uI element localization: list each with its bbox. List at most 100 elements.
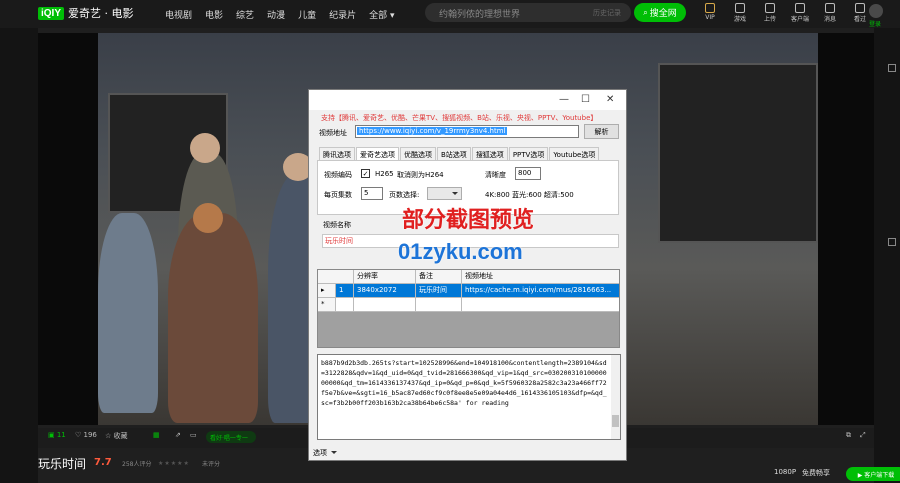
search-history-hint[interactable]: 历史记录 (593, 8, 621, 18)
games-button[interactable]: 游戏 (730, 3, 750, 23)
cell-resolution (354, 298, 416, 312)
iqiyi-logo-badge: iQIY (38, 6, 65, 20)
favorite-button[interactable]: ☆ 收藏 (105, 431, 128, 441)
nav-item-variety[interactable]: 综艺 (236, 8, 254, 21)
parse-button[interactable]: 解析 (584, 124, 619, 139)
h265-hint: 取消则为H264 (397, 171, 444, 179)
search-button[interactable]: ⌕ 搜全网 (634, 3, 686, 22)
minimize-icon[interactable]: — (559, 94, 569, 105)
rating-label: 未评分 (202, 461, 221, 468)
search-input[interactable]: 约翰列侬的理想世界 历史记录 (425, 3, 631, 22)
maximize-icon[interactable]: ☐ (581, 94, 590, 105)
history-label: 看过 (853, 16, 866, 23)
person-head (190, 133, 220, 163)
page-select-dropdown[interactable] (427, 187, 462, 200)
column-url[interactable]: 视频地址 (462, 270, 619, 284)
log-text: b887b9d2b3db.265ts?start=102528996&end=1… (321, 359, 607, 407)
result-grid: 分辨率 备注 视频地址 ▸ 1 3840x2072 玩乐时间 https://c… (317, 269, 620, 348)
scrollbar-thumb[interactable] (612, 415, 619, 427)
close-icon[interactable]: ✕ (606, 94, 614, 105)
url-label: 视频地址 (319, 129, 347, 137)
fullscreen-icon[interactable]: ⤢ (860, 431, 866, 440)
storefront-right (658, 63, 818, 243)
search-placeholder: 约翰列侬的理想世界 (439, 10, 521, 20)
h265-checkbox[interactable]: ✓ (361, 169, 370, 178)
clock-icon (855, 3, 865, 13)
codec-label: 视频编码 (324, 171, 352, 179)
person-figure (168, 213, 258, 423)
collapse-icon[interactable] (888, 64, 896, 72)
table-row[interactable]: ▸ 1 3840x2072 玩乐时间 https://cache.m.iqiyi… (318, 284, 619, 298)
nav-item-anime[interactable]: 动漫 (267, 8, 285, 21)
main-nav: 电视剧 电影 综艺 动漫 儿童 纪录片 全部 ▾ (165, 8, 394, 21)
bell-icon (825, 3, 835, 13)
score-count: 258人评分 (122, 461, 152, 468)
column-resolution[interactable]: 分辨率 (354, 270, 416, 284)
row-marker: * (318, 298, 336, 312)
url-input[interactable]: https://www.iqiyi.com/v_19rrmy3nv4.html (355, 125, 579, 138)
column-note[interactable]: 备注 (416, 270, 462, 284)
games-label: 游戏 (733, 16, 746, 23)
row-marker: ▸ (318, 284, 336, 298)
site-logo[interactable]: iQIY 爱奇艺 · 电影 (38, 5, 134, 21)
comment-count-value: 11 (56, 431, 66, 439)
supported-sites: 支持【腾讯、爱奇艺、优酷、芒果TV、搜狐视频、B站、乐视、央视、PPTV、You… (321, 114, 598, 122)
movie-score: 7.7 (94, 457, 112, 468)
free-trial-label[interactable]: 免费畅享 (802, 468, 830, 478)
nav-item-tv[interactable]: 电视剧 (165, 8, 192, 21)
screen-icon[interactable]: ▦ (153, 431, 160, 439)
avatar[interactable] (869, 4, 883, 18)
person-head (193, 203, 223, 233)
quality-hint: 4K:800 蓝光:600 超清:500 (485, 191, 574, 199)
table-row[interactable]: * (318, 298, 619, 312)
nav-item-documentary[interactable]: 纪录片 (329, 8, 356, 21)
grid-header-row: 分辨率 备注 视频地址 (318, 270, 619, 284)
rating-stars[interactable]: ★★★★★ (158, 460, 190, 467)
window-titlebar[interactable] (309, 90, 626, 110)
messages-button[interactable]: 消息 (820, 3, 840, 23)
nav-item-all[interactable]: 全部 ▾ (369, 8, 394, 21)
monitor-icon (795, 3, 805, 13)
upload-button[interactable]: 上传 (760, 3, 780, 23)
login-label[interactable]: 登录 (869, 19, 881, 28)
per-page-input[interactable]: 5 (361, 187, 383, 200)
clarity-label: 清晰度 (485, 171, 506, 179)
client-label: 客户端 (790, 16, 809, 23)
row-index (336, 298, 354, 312)
log-output[interactable]: b887b9d2b3db.265ts?start=102528996&end=1… (317, 354, 621, 440)
url-value: https://www.iqiyi.com/v_19rrmy3nv4.html (357, 127, 508, 135)
right-rail (874, 28, 900, 483)
chevron-down-icon[interactable] (331, 451, 337, 457)
search-icon: ⌕ (643, 7, 648, 17)
clarity-input[interactable]: 800 (515, 167, 541, 180)
history-button[interactable]: 看过 (850, 3, 870, 23)
list-icon[interactable] (888, 238, 896, 246)
nav-item-movie[interactable]: 电影 (205, 8, 223, 21)
crown-icon (705, 3, 715, 13)
header-icons: VIP 游戏 上传 客户端 消息 看过 (700, 3, 870, 23)
client-button[interactable]: 客户端 (790, 3, 810, 23)
movie-title: 玩乐时间 (38, 457, 87, 471)
cell-url (462, 298, 619, 312)
log-scrollbar[interactable] (611, 355, 620, 439)
left-rail (0, 28, 38, 483)
nav-item-kids[interactable]: 儿童 (298, 8, 316, 21)
row-index: 1 (336, 284, 354, 298)
like-count[interactable]: ♡ 196 (75, 431, 97, 439)
search-button-label: 搜全网 (649, 9, 677, 19)
cell-url: https://cache.m.iqiyi.com/mus/2816663... (462, 284, 619, 298)
comment-count[interactable]: ▣ 11 (48, 431, 66, 439)
resolution-label[interactable]: 1080P (774, 468, 796, 476)
subtitle-icon[interactable]: ▭ (190, 431, 197, 439)
share-icon[interactable]: ⇗ (175, 431, 181, 439)
vip-button[interactable]: VIP (700, 3, 720, 23)
share-pill[interactable]: 看好·唱一专一 (206, 431, 256, 443)
cell-note (416, 298, 462, 312)
options-menu[interactable]: 选项 (313, 448, 327, 458)
like-count-value: 196 (83, 431, 97, 439)
download-client-button[interactable]: ▶ 客户端下载 (846, 467, 900, 481)
h265-label: H265 (375, 170, 394, 178)
watermark-text: 部分截图预览 (402, 208, 535, 233)
stroller (98, 213, 158, 413)
pip-icon[interactable]: ⧉ (846, 431, 851, 440)
